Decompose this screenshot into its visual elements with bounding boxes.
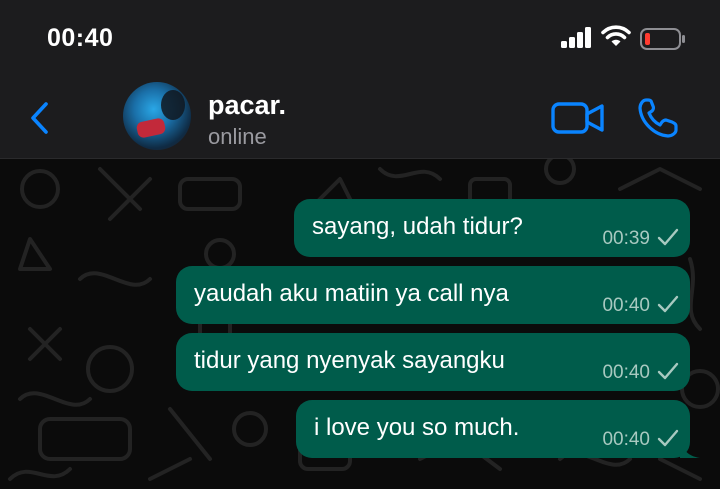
wifi-icon xyxy=(601,25,631,46)
avatar-shape xyxy=(135,117,167,139)
checkmark-icon xyxy=(657,295,679,313)
status-bar: 00:40 xyxy=(0,0,720,78)
message-bubble[interactable]: i love you so much. 00:40 xyxy=(296,400,700,458)
contact-avatar[interactable] xyxy=(123,82,191,150)
message-bubble[interactable]: tidur yang nyenyak sayangku 00:40 xyxy=(176,333,690,391)
status-time: 00:40 xyxy=(47,24,114,52)
checkmark-icon xyxy=(657,228,679,246)
bubble-tail xyxy=(680,438,700,458)
message-text: tidur yang nyenyak sayangku xyxy=(194,347,505,374)
avatar-shape xyxy=(161,90,185,120)
contact-name[interactable]: pacar. xyxy=(208,90,286,121)
message-text: i love you so much. xyxy=(314,414,520,441)
cellular-signal-icon xyxy=(561,27,591,48)
message-bubble[interactable]: yaudah aku matiin ya call nya 00:40 xyxy=(176,266,690,324)
chat-area[interactable]: sayang, udah tidur? 00:39 yaudah aku mat… xyxy=(0,159,720,489)
message-time: 00:39 xyxy=(602,228,650,249)
message-text: yaudah aku matiin ya call nya xyxy=(194,280,509,307)
message-time: 00:40 xyxy=(602,362,650,383)
voice-call-button[interactable] xyxy=(636,96,682,140)
battery-low-icon xyxy=(640,28,685,50)
checkmark-icon xyxy=(657,362,679,380)
message-time: 00:40 xyxy=(602,429,650,450)
message-text: sayang, udah tidur? xyxy=(312,213,523,240)
message-time: 00:40 xyxy=(602,295,650,316)
chat-header: pacar. online xyxy=(0,78,720,159)
message-bubble[interactable]: sayang, udah tidur? 00:39 xyxy=(294,199,690,257)
video-call-button[interactable] xyxy=(550,100,606,136)
back-button[interactable] xyxy=(26,98,54,138)
contact-status: online xyxy=(208,124,267,149)
checkmark-icon xyxy=(657,429,679,447)
